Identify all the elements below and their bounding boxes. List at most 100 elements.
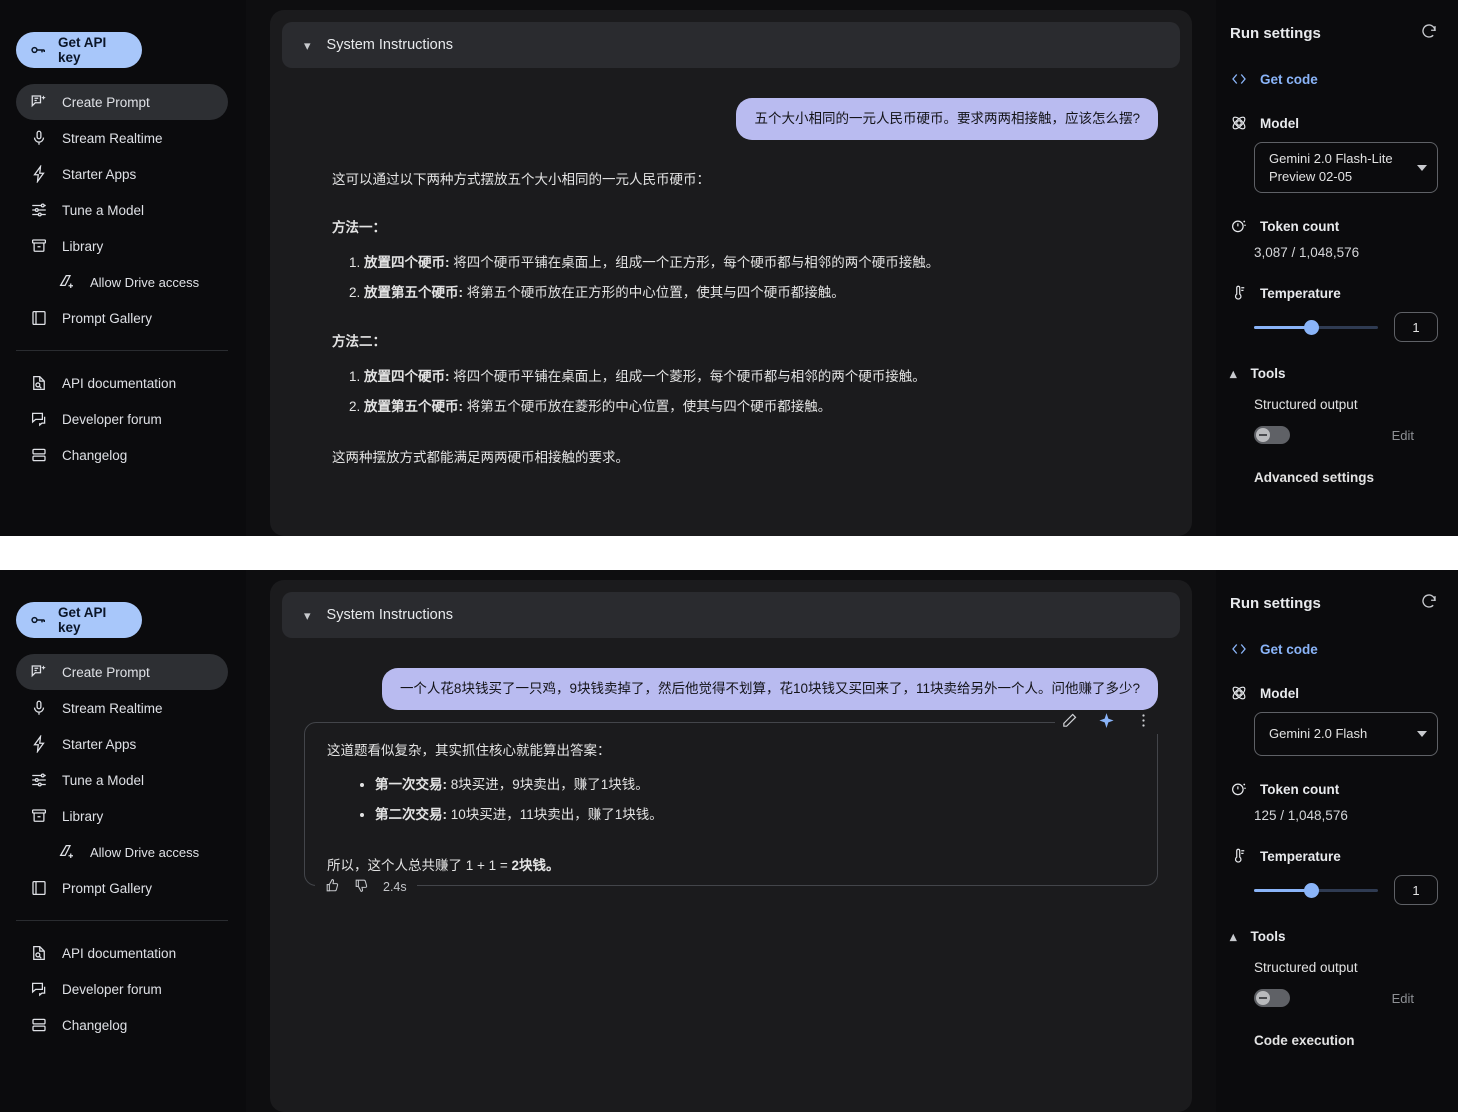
run-settings-panel-bottom: Run settings Get code Model Gemini 2.0 F… <box>1216 570 1458 1112</box>
sidebar-item-api-documentation[interactable]: API documentation <box>16 935 228 971</box>
tools-label: Tools <box>1251 366 1286 381</box>
sidebar-item-allow-drive-access[interactable]: Allow Drive access <box>16 264 228 300</box>
token-count-value: 125 / 1,048,576 <box>1254 808 1438 823</box>
token-icon <box>1230 217 1248 235</box>
thumbs-up-icon[interactable] <box>325 878 340 896</box>
temperature-input[interactable]: 1 <box>1394 875 1438 905</box>
response-list: 第一次交易: 8块买进，9块卖出，赚了1块钱。 第二次交易: 10块买进，11块… <box>375 775 1135 826</box>
drive-add-icon <box>58 843 76 861</box>
chat-area-bottom: ▾ System Instructions 一个人花8块钱买了一只鸡，9块钱卖掉… <box>246 570 1216 1112</box>
response-footer: 2.4s <box>315 878 417 896</box>
sparkle-icon[interactable] <box>1098 712 1115 734</box>
tools-block: ▴ Tools Structured output Edit Code exec… <box>1230 929 1438 1048</box>
list-item-bold: 第一次交易: <box>375 777 447 792</box>
user-message-row: 一个人花8块钱买了一只鸡，9块钱卖掉了，然后他觉得不划算，花10块钱又买回来了，… <box>304 668 1158 710</box>
drive-add-icon <box>58 273 76 291</box>
sidebar-item-developer-forum[interactable]: Developer forum <box>16 971 228 1007</box>
sidebar-item-prompt-gallery[interactable]: Prompt Gallery <box>16 300 228 336</box>
sidebar-item-developer-forum[interactable]: Developer forum <box>16 401 228 437</box>
tools-section-header[interactable]: ▴ Tools <box>1230 366 1438 381</box>
get-api-key-label: Get API key <box>58 35 128 65</box>
structured-output-toggle[interactable] <box>1254 989 1290 1007</box>
sidebar-item-changelog[interactable]: Changelog <box>16 437 228 473</box>
structured-output-edit-link[interactable]: Edit <box>1392 428 1414 443</box>
slider-knob[interactable] <box>1304 883 1319 898</box>
tools-label: Tools <box>1251 929 1286 944</box>
sidebar-item-allow-drive-access[interactable]: Allow Drive access <box>16 834 228 870</box>
edit-icon[interactable] <box>1061 712 1078 734</box>
get-code-button[interactable]: Get code <box>1230 640 1438 658</box>
sidebar-item-tune-a-model[interactable]: Tune a Model <box>16 762 228 798</box>
code-execution-label[interactable]: Code execution <box>1254 1033 1438 1048</box>
sidebar-item-label: Prompt Gallery <box>62 311 152 326</box>
code-brackets-icon <box>1230 640 1248 658</box>
structured-output-edit-link[interactable]: Edit <box>1392 991 1414 1006</box>
sidebar-item-library[interactable]: Library <box>16 228 228 264</box>
sidebar-item-label: Developer forum <box>62 982 162 997</box>
prompt-icon <box>30 663 48 681</box>
sidebar-item-starter-apps[interactable]: Starter Apps <box>16 156 228 192</box>
temperature-block: Temperature 1 <box>1230 284 1438 342</box>
sidebar-item-changelog[interactable]: Changelog <box>16 1007 228 1043</box>
model-select[interactable]: Gemini 2.0 Flash <box>1254 712 1438 756</box>
sidebar-item-label: Stream Realtime <box>62 131 163 146</box>
list-item-bold: 第二次交易: <box>375 807 447 822</box>
get-code-button[interactable]: Get code <box>1230 70 1438 88</box>
model-select[interactable]: Gemini 2.0 Flash-Lite Preview 02-05 <box>1254 142 1438 193</box>
sidebar-item-create-prompt[interactable]: Create Prompt <box>16 84 228 120</box>
sidebar-item-stream-realtime[interactable]: Stream Realtime <box>16 120 228 156</box>
chat-card: ▾ System Instructions 五个大小相同的一元人民币硬币。要求两… <box>270 10 1192 536</box>
toggle-knob <box>1256 991 1270 1005</box>
app-window-bottom: Get API key Create Prompt Stream Realtim… <box>0 570 1458 1112</box>
temperature-input[interactable]: 1 <box>1394 312 1438 342</box>
model-atom-icon <box>1230 114 1248 132</box>
get-api-key-button[interactable]: Get API key <box>16 32 142 68</box>
sidebar-item-api-documentation[interactable]: API documentation <box>16 365 228 401</box>
chevron-up-icon: ▴ <box>1230 367 1237 380</box>
sidebar-item-label: Allow Drive access <box>90 845 199 860</box>
system-instructions-bar[interactable]: ▾ System Instructions <box>282 592 1180 638</box>
sidebar-item-label: Tune a Model <box>62 203 144 218</box>
list-item: 第一次交易: 8块买进，9块卖出，赚了1块钱。 <box>375 775 1135 796</box>
sidebar-item-stream-realtime[interactable]: Stream Realtime <box>16 690 228 726</box>
list-item: 放置四个硬币: 将四个硬币平铺在桌面上，组成一个菱形，每个硬币都与相邻的两个硬币… <box>364 367 1158 388</box>
conclusion-bold: 2块钱。 <box>512 858 560 873</box>
sidebar-item-label: Starter Apps <box>62 167 136 182</box>
sidebar-item-starter-apps[interactable]: Starter Apps <box>16 726 228 762</box>
sidebar-item-create-prompt[interactable]: Create Prompt <box>16 654 228 690</box>
list-item-bold: 放置第五个硬币: <box>364 399 463 414</box>
tools-section-header[interactable]: ▴ Tools <box>1230 929 1438 944</box>
list-item-rest: 8块买进，9块卖出，赚了1块钱。 <box>447 777 649 792</box>
response-section-1-title: 方法一： <box>332 218 1158 239</box>
slider-knob[interactable] <box>1304 320 1319 335</box>
user-message-bubble[interactable]: 五个大小相同的一元人民币硬币。要求两两相接触，应该怎么摆? <box>736 98 1158 140</box>
model-label-row: Model <box>1230 684 1438 702</box>
sidebar-item-label: API documentation <box>62 946 176 961</box>
temperature-slider[interactable] <box>1254 319 1378 335</box>
sidebar-item-tune-a-model[interactable]: Tune a Model <box>16 192 228 228</box>
tools-block: ▴ Tools Structured output Edit Advanced … <box>1230 366 1438 485</box>
key-icon <box>30 611 48 629</box>
structured-output-row: Edit <box>1254 426 1414 444</box>
sidebar-item-label: Changelog <box>62 448 127 463</box>
structured-output-toggle[interactable] <box>1254 426 1290 444</box>
refresh-icon[interactable] <box>1420 592 1438 614</box>
user-message-bubble[interactable]: 一个人花8块钱买了一只鸡，9块钱卖掉了，然后他觉得不划算，花10块钱又买回来了，… <box>382 668 1158 710</box>
chevron-down-icon: ▾ <box>304 609 311 622</box>
thumbs-down-icon[interactable] <box>354 878 369 896</box>
more-vertical-icon[interactable] <box>1135 712 1152 734</box>
response-section-2-title: 方法二： <box>332 332 1158 353</box>
system-instructions-bar[interactable]: ▾ System Instructions <box>282 22 1180 68</box>
advanced-settings-label[interactable]: Advanced settings <box>1254 470 1438 485</box>
sidebar-item-library[interactable]: Library <box>16 798 228 834</box>
get-api-key-button[interactable]: Get API key <box>16 602 142 638</box>
list-item: 放置第五个硬币: 将第五个硬币放在正方形的中心位置，使其与四个硬币都接触。 <box>364 283 1158 304</box>
sidebar-item-prompt-gallery[interactable]: Prompt Gallery <box>16 870 228 906</box>
refresh-icon[interactable] <box>1420 22 1438 44</box>
token-count-label: Token count <box>1260 782 1339 797</box>
response-intro: 这道题看似复杂，其实抓住核心就能算出答案： <box>327 741 1135 762</box>
book-icon <box>30 309 48 327</box>
temperature-slider[interactable] <box>1254 882 1378 898</box>
sidebar-item-label: Library <box>62 239 103 254</box>
token-count-label-row: Token count <box>1230 217 1438 235</box>
